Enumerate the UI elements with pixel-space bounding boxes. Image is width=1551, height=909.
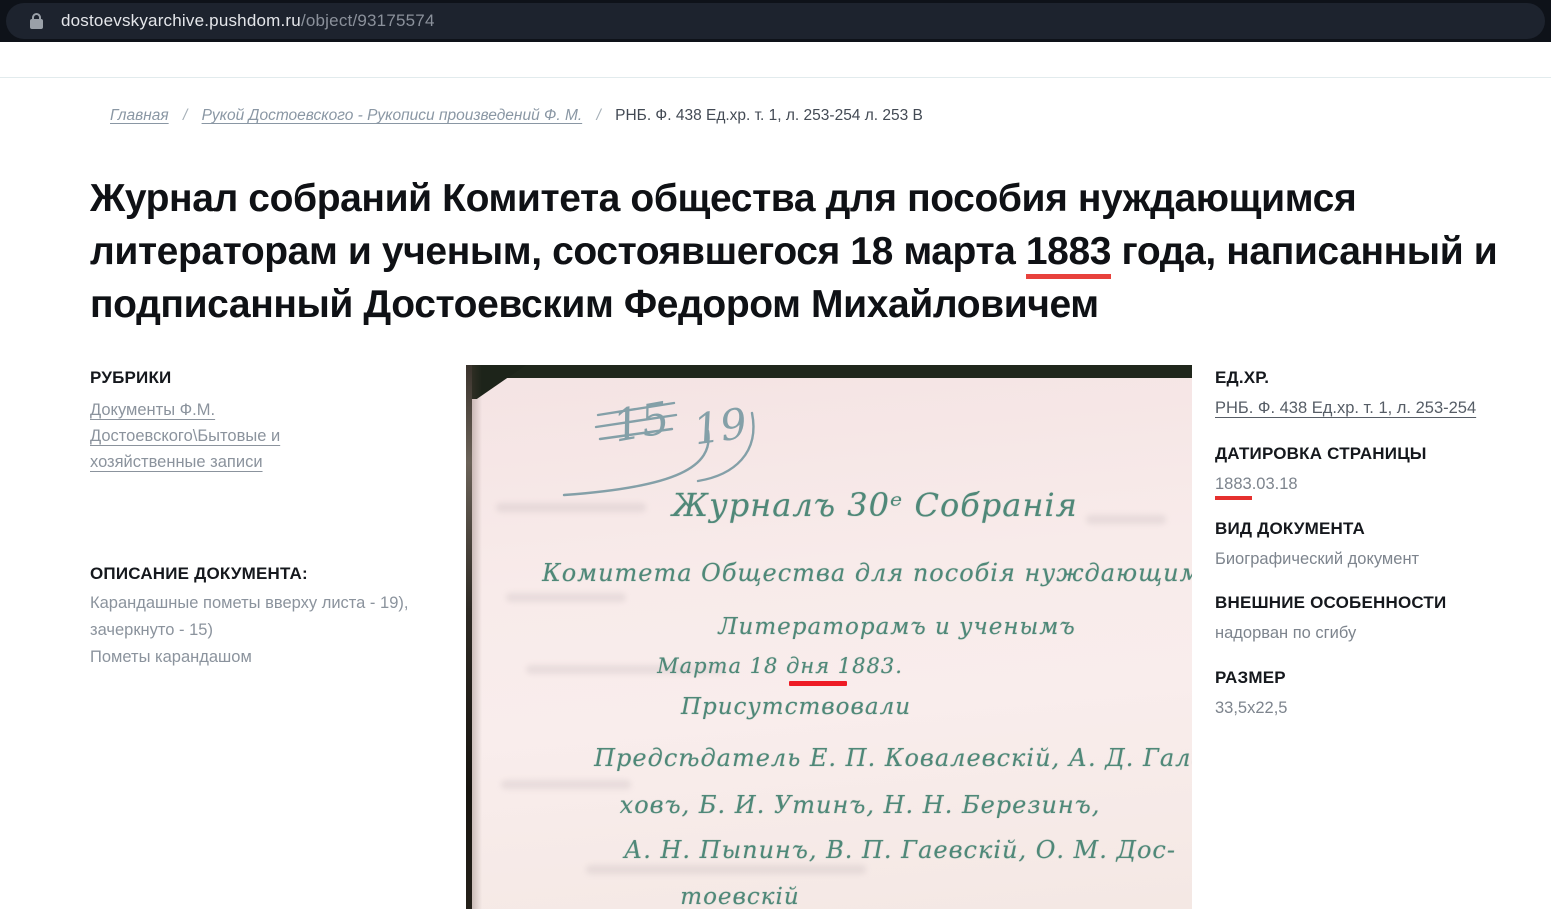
page-title-line: подписанный Достоевским Федором Михайлов… <box>90 278 1540 331</box>
manuscript-text-line: Литераторамъ и ученымъ <box>718 614 1075 640</box>
dating-year-highlight: 1883 <box>1215 475 1252 500</box>
rubrics-link[interactable]: Документы Ф.М. Достоевского\Бытовые и хо… <box>90 397 330 475</box>
highlighted-year: 1883 <box>1026 230 1111 279</box>
pencil-crossed-number: 15 <box>609 393 673 453</box>
url-domain: dostoevskyarchive.pushdom.ru <box>61 11 301 30</box>
url-path: /object/93175574 <box>301 11 435 30</box>
manuscript-text-line: Журналъ 30ᵉ Собранія <box>672 486 1078 524</box>
pencil-number: 19 <box>690 398 750 454</box>
scan-top-edge <box>466 365 1192 378</box>
manuscript-text-line: тоевскій <box>680 884 799 909</box>
rubrics-label: РУБРИКИ <box>90 368 430 388</box>
manuscript-text-line: ховъ, Б. И. Утинъ, Н. Н. Березинъ, <box>620 791 1101 819</box>
dating-label: ДАТИРОВКА СТРАНИЦЫ <box>1215 444 1427 464</box>
breadcrumb-separator: / <box>596 107 600 124</box>
manuscript-image[interactable]: 15 19 Журналъ 30ᵉ Собранія Комитета Обще… <box>466 365 1192 909</box>
bleed-through-smudge <box>506 593 626 602</box>
doc-type-value: Биографический документ <box>1215 547 1419 571</box>
breadcrumb-separator: / <box>183 107 187 124</box>
dating-value: 1883.03.18 <box>1215 472 1427 496</box>
lock-icon[interactable] <box>30 13 43 30</box>
external-features-label: ВНЕШНИЕ ОСОБЕННОСТИ <box>1215 593 1446 613</box>
breadcrumb-section-link[interactable]: Рукой Достоевского - Рукописи произведен… <box>202 107 583 124</box>
page: dostoevskyarchive.pushdom.ru/object/9317… <box>0 0 1551 909</box>
description-line: Карандашные пометы вверху листа - 19), з… <box>90 590 420 644</box>
url-text[interactable]: dostoevskyarchive.pushdom.ru/object/9317… <box>61 11 435 31</box>
breadcrumb: Главная / Рукой Достоевского - Рукописи … <box>110 107 1490 125</box>
size-value: 33,5х22,5 <box>1215 696 1287 720</box>
left-metadata-panel: РУБРИКИ Документы Ф.М. Достоевского\Быто… <box>90 368 430 475</box>
page-title-line: литераторам и ученым, состоявшегося 18 м… <box>90 225 1540 278</box>
browser-toolbar-gap <box>0 42 1551 78</box>
page-title-line: Журнал собраний Комитета общества для по… <box>90 172 1540 225</box>
description-line: Пометы карандашом <box>90 644 420 671</box>
size-label: РАЗМЕР <box>1215 668 1287 688</box>
bleed-through-smudge <box>1086 515 1166 524</box>
ed-hr-label: ЕД.ХР. <box>1215 368 1476 388</box>
manuscript-text-line: Комитета Общества для пособія нуждающимс… <box>542 559 1192 587</box>
bleed-through-smudge <box>501 780 631 789</box>
manuscript-text-line: Предсѣдатель Е. П. Ковалевскій, А. Д. Га… <box>594 744 1192 772</box>
breadcrumb-home-link[interactable]: Главная <box>110 107 169 124</box>
description-text: Карандашные пометы вверху листа - 19), з… <box>90 590 420 671</box>
doc-type-label: ВИД ДОКУМЕНТА <box>1215 519 1419 539</box>
description-label: ОПИСАНИЕ ДОКУМЕНТА: <box>90 564 308 584</box>
manuscript-text-line: А. Н. Пыпинъ, В. П. Гаевскій, О. М. Дос- <box>624 836 1176 864</box>
manuscript-date-line: Марта 18 дня 1883. <box>657 654 903 678</box>
red-underline-annotation <box>789 681 847 686</box>
external-features-value: надорван по сгибу <box>1215 621 1446 645</box>
browser-address-bar: dostoevskyarchive.pushdom.ru/object/9317… <box>0 0 1551 42</box>
ed-hr-link[interactable]: РНБ. Ф. 438 Ед.хр. т. 1, л. 253-254 <box>1215 399 1476 417</box>
breadcrumb-current: РНБ. Ф. 438 Ед.хр. т. 1, л. 253-254 л. 2… <box>615 107 923 124</box>
page-title: Журнал собраний Комитета общества для по… <box>90 172 1540 331</box>
bleed-through-smudge <box>586 865 866 874</box>
scan-left-shade <box>472 365 482 909</box>
manuscript-text-line: Присутствовали <box>681 694 911 720</box>
url-omnibox[interactable]: dostoevskyarchive.pushdom.ru/object/9317… <box>6 3 1545 39</box>
